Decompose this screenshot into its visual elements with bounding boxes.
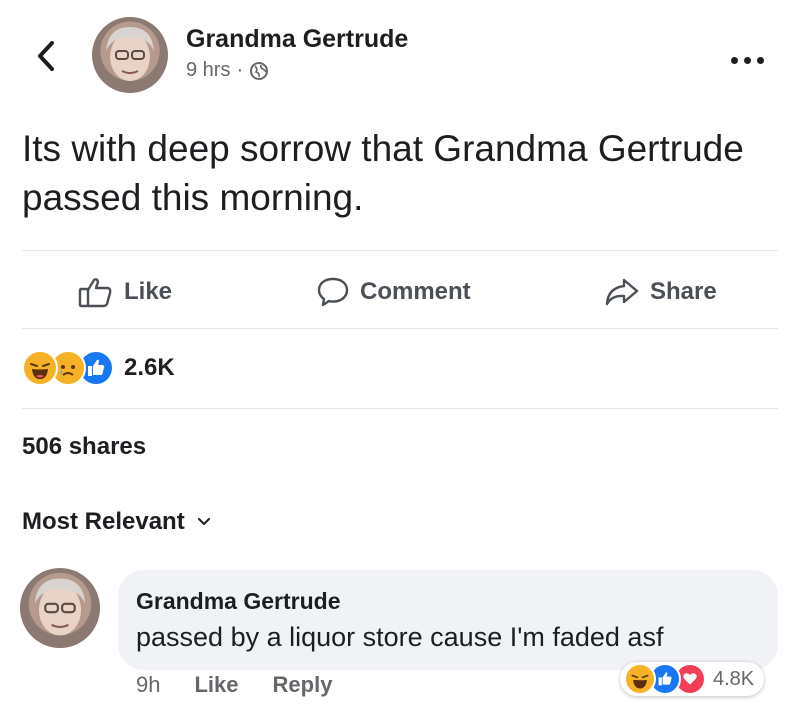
commenter-avatar[interactable] <box>20 568 100 648</box>
thumbs-up-icon <box>78 278 112 308</box>
dot-icon <box>730 56 738 64</box>
sort-label: Most Relevant <box>22 508 185 535</box>
comment-sort-dropdown[interactable]: Most Relevant <box>22 508 211 536</box>
share-arrow-icon <box>605 278 639 306</box>
comment-meta: 9h Like Reply <box>136 672 332 698</box>
divider <box>22 328 778 329</box>
comment-like-button[interactable]: Like <box>194 672 238 698</box>
haha-reaction-icon <box>624 663 656 695</box>
meta-separator: · <box>236 59 244 81</box>
post-text: Its with deep sorrow that Grandma Gertru… <box>22 128 744 218</box>
haha-reaction-icon <box>22 350 58 386</box>
like-button[interactable]: Like <box>78 272 172 312</box>
comment-button[interactable]: Comment <box>316 272 471 312</box>
comment-bubble <box>118 570 778 670</box>
speech-bubble-icon <box>317 277 349 307</box>
post-meta: 9 hrs · <box>186 59 269 82</box>
comment-reply-button[interactable]: Reply <box>273 672 333 698</box>
globe-icon <box>250 61 269 80</box>
chevron-down-icon <box>197 518 210 525</box>
comment-reaction-count: 4.8K <box>713 667 755 690</box>
share-label: Share <box>650 278 717 305</box>
comment-time[interactable]: 9h <box>136 672 160 698</box>
shares-count[interactable]: 506 shares <box>22 433 146 461</box>
chevron-left-icon <box>38 41 54 71</box>
comment-reactions[interactable]: 4.8K <box>620 662 765 696</box>
reaction-count: 2.6K <box>124 354 175 381</box>
like-label: Like <box>124 278 173 305</box>
divider <box>22 250 778 251</box>
reactions-summary[interactable]: 2.6K <box>22 350 175 386</box>
comment-author-name[interactable]: Grandma Gertrude <box>136 588 341 615</box>
comment-text: passed by a liquor store cause I'm faded… <box>136 622 664 652</box>
author-avatar[interactable] <box>92 17 168 93</box>
comment-label: Comment <box>360 278 471 305</box>
share-button[interactable]: Share <box>604 272 717 312</box>
more-options-button[interactable] <box>722 48 772 72</box>
dot-icon <box>756 56 764 64</box>
post-author-name[interactable]: Grandma Gertrude <box>186 25 408 54</box>
divider <box>22 408 778 409</box>
dot-icon <box>743 56 751 64</box>
post-time[interactable]: 9 hrs <box>186 59 230 82</box>
back-button[interactable] <box>26 36 66 76</box>
